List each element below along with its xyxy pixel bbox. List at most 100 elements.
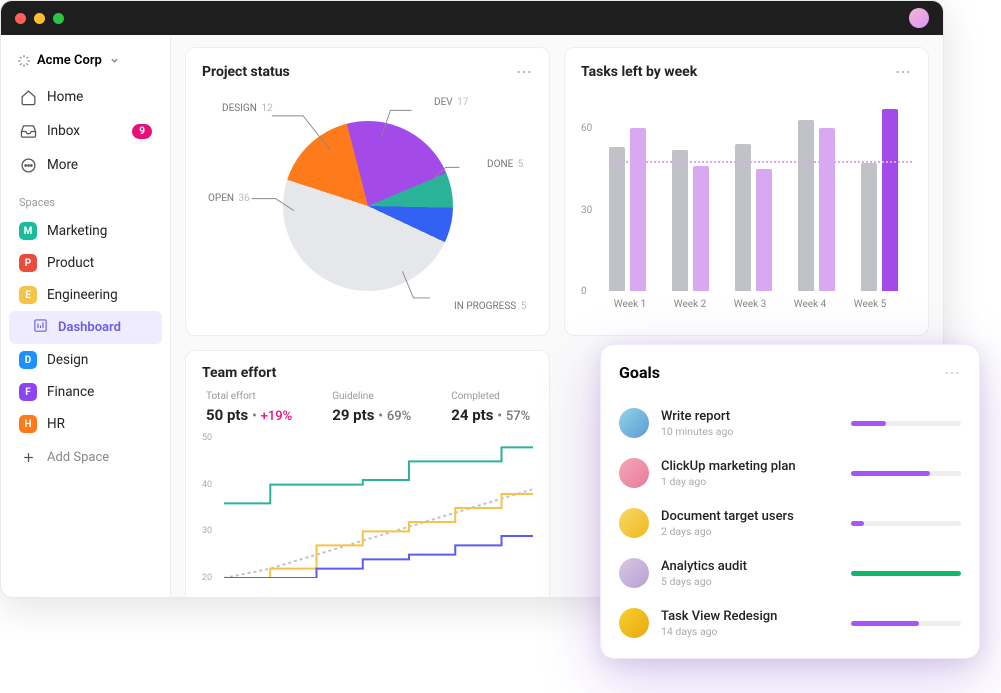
goal-row[interactable]: Task View Redesign14 days ago — [619, 598, 961, 648]
nav-more[interactable]: More — [9, 148, 162, 182]
dashboard-label: Dashboard — [58, 320, 121, 335]
workspace-name: Acme Corp — [37, 53, 102, 68]
space-label: Design — [47, 352, 88, 368]
space-item-marketing[interactable]: M Marketing — [9, 215, 162, 247]
goal-row[interactable]: Write report10 minutes ago — [619, 398, 961, 448]
x-label: Week 4 — [789, 299, 831, 310]
maximize-window-button[interactable] — [53, 13, 64, 24]
minimize-window-button[interactable] — [34, 13, 45, 24]
goal-progress — [851, 621, 961, 626]
workspace-switcher[interactable]: Acme Corp — [9, 47, 162, 74]
bar — [798, 120, 814, 291]
card-title: Tasks left by week — [581, 64, 697, 80]
nav-label: More — [47, 157, 78, 173]
bar-chart: 03060 Week 1Week 2Week 3Week 4Week 5 — [581, 91, 912, 321]
bar — [630, 128, 646, 291]
y-tick: 40 — [202, 480, 212, 490]
line-chart: 20304050 — [202, 438, 533, 598]
nav-home[interactable]: Home — [9, 80, 162, 114]
threshold-line — [609, 161, 912, 163]
dashboard-icon — [33, 318, 48, 337]
y-tick: 30 — [202, 526, 212, 536]
bar-group — [609, 128, 646, 291]
goal-avatar — [619, 608, 649, 638]
goal-title: ClickUp marketing plan — [661, 459, 839, 474]
space-icon: F — [19, 383, 37, 401]
nav-inbox[interactable]: Inbox 9 — [9, 114, 162, 148]
y-tick: 20 — [202, 573, 212, 583]
line-plot — [224, 438, 533, 578]
metric-total: Total effort 50 pts • +19% — [206, 391, 292, 424]
titlebar — [1, 1, 943, 35]
goal-progress — [851, 421, 961, 426]
bar — [861, 163, 877, 291]
pie-chart: DESIGN 12DEV 17DONE 5IN PROGRESS 5OPEN 3… — [202, 91, 533, 321]
pie-label: OPEN 36 — [208, 193, 250, 204]
space-icon: D — [19, 351, 37, 369]
bar — [756, 169, 772, 291]
goal-time: 1 day ago — [661, 475, 839, 488]
space-icon: E — [19, 286, 37, 304]
card-menu-button[interactable]: ⋯ — [516, 62, 533, 81]
bar-group — [672, 150, 709, 291]
goal-time: 14 days ago — [661, 625, 839, 638]
space-label: Marketing — [47, 223, 107, 239]
bar — [819, 128, 835, 291]
space-label: Engineering — [47, 287, 118, 303]
goal-time: 5 days ago — [661, 575, 839, 588]
more-icon — [19, 156, 37, 174]
bar-group — [798, 120, 835, 291]
space-item-engineering[interactable]: E Engineering — [9, 279, 162, 311]
plus-icon — [19, 448, 37, 466]
sidebar: Acme Corp Home Inbox 9 More Spaces — [1, 35, 171, 597]
add-space-button[interactable]: Add Space — [9, 440, 162, 474]
space-item-product[interactable]: PProduct — [9, 247, 162, 279]
pie-label: IN PROGRESS 5 — [454, 301, 526, 312]
metric-guideline: Guideline 29 pts • 69% — [332, 391, 411, 424]
goals-title: Goals — [619, 363, 660, 382]
pie-slices — [283, 121, 453, 291]
goal-row[interactable]: ClickUp marketing plan1 day ago — [619, 448, 961, 498]
goal-avatar — [619, 558, 649, 588]
bar — [882, 109, 898, 291]
goal-title: Document target users — [661, 509, 839, 524]
bar — [735, 144, 751, 291]
spaces-list: M Marketing PProduct E Engineering Dashboard D… — [9, 215, 162, 440]
goal-progress — [851, 471, 961, 476]
bar-group — [735, 144, 772, 291]
goal-row[interactable]: Document target users2 days ago — [619, 498, 961, 548]
x-label: Week 2 — [669, 299, 711, 310]
space-subitem-dashboard[interactable]: Dashboard — [9, 311, 162, 344]
space-item-design[interactable]: D Design — [9, 344, 162, 376]
goal-avatar — [619, 508, 649, 538]
project-status-card: Project status ⋯ DESIGN 12DEV 17DONE 5IN… — [185, 47, 550, 336]
goal-time: 10 minutes ago — [661, 425, 839, 438]
goal-row[interactable]: Analytics audit5 days ago — [619, 548, 961, 598]
y-tick: 50 — [202, 433, 212, 443]
card-title: Project status — [202, 64, 290, 80]
card-title: Team effort — [202, 365, 276, 381]
tasks-left-card: Tasks left by week ⋯ 03060 Week 1Week 2W… — [564, 47, 929, 336]
goal-time: 2 days ago — [661, 525, 839, 538]
y-tick: 0 — [581, 286, 587, 297]
pie-label: DEV 17 — [434, 97, 468, 108]
close-window-button[interactable] — [15, 13, 26, 24]
space-item-hr[interactable]: HHR — [9, 408, 162, 440]
goals-menu-button[interactable]: ⋯ — [944, 363, 961, 382]
card-menu-button[interactable]: ⋯ — [895, 62, 912, 81]
space-icon: M — [19, 222, 37, 240]
space-item-finance[interactable]: F Finance — [9, 376, 162, 408]
bar — [609, 147, 625, 291]
space-label: Finance — [47, 384, 94, 400]
team-effort-card: Team effort Total effort 50 pts • +19% G… — [185, 350, 550, 598]
line-series — [224, 438, 533, 503]
space-icon: P — [19, 254, 37, 272]
y-tick: 60 — [581, 123, 592, 134]
inbox-badge: 9 — [132, 124, 152, 139]
x-label: Week 3 — [729, 299, 771, 310]
nav-label: Home — [47, 89, 83, 105]
goal-avatar — [619, 408, 649, 438]
window-controls — [15, 13, 64, 24]
inbox-icon — [19, 122, 37, 140]
user-avatar[interactable] — [909, 8, 929, 28]
